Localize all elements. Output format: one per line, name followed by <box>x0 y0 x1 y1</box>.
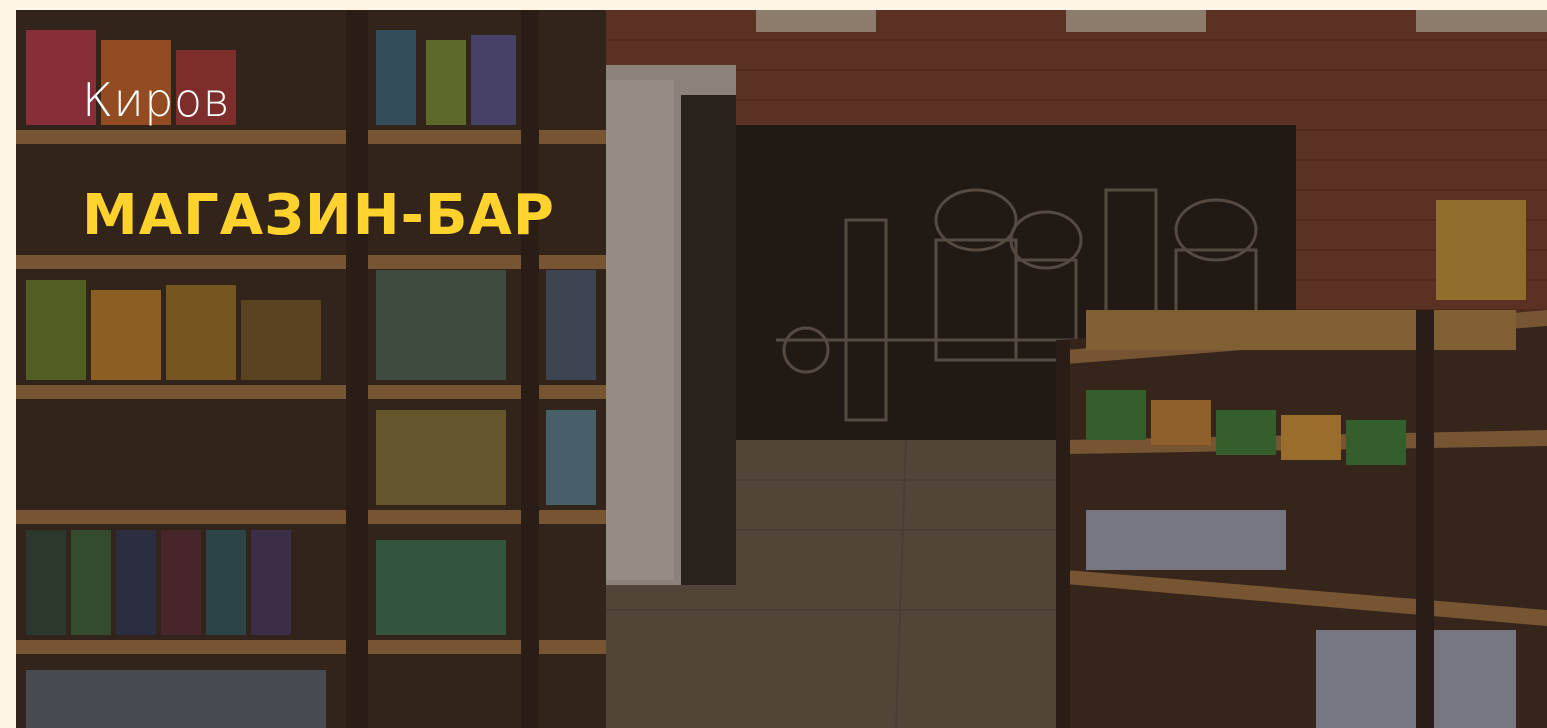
city-label: Киров <box>82 73 231 127</box>
hero-banner <box>16 10 1547 728</box>
hero-title: МАГАЗИН-БАР <box>82 183 555 248</box>
dark-overlay <box>16 10 1547 728</box>
